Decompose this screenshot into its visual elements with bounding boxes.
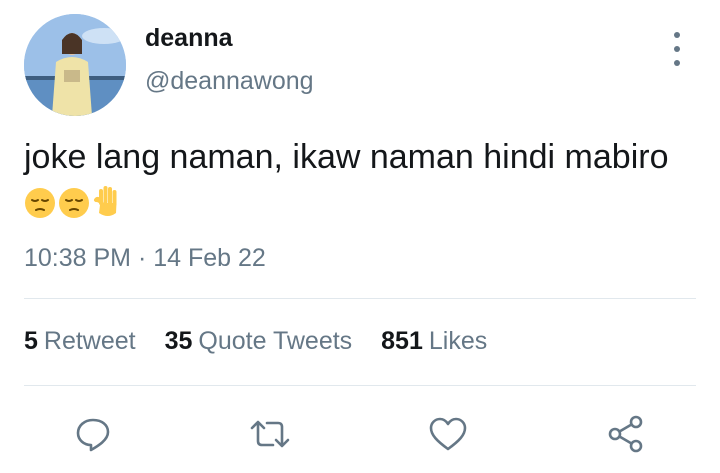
avatar[interactable] — [24, 14, 126, 116]
quote-tweets-count: 35 — [164, 327, 193, 355]
quote-tweets-label: Quote Tweets — [198, 327, 353, 355]
pensive-face-icon — [59, 188, 89, 218]
tweet-actions — [0, 404, 720, 464]
divider — [24, 298, 696, 299]
retweets-stat[interactable]: 5 Retweet — [24, 327, 136, 355]
retweet-button[interactable] — [240, 404, 300, 464]
more-dot-icon — [674, 60, 680, 66]
quote-tweets-stat[interactable]: 35 Quote Tweets — [165, 327, 353, 355]
user-handle[interactable]: @deannawong — [145, 67, 314, 96]
tweet-text: joke lang naman, ikaw naman hindi mabiro — [24, 135, 684, 223]
raised-hand-icon — [94, 186, 117, 216]
more-options-button[interactable] — [666, 32, 688, 66]
tweet-timestamp[interactable]: 10:38 PM · 14 Feb 22 — [24, 244, 266, 273]
display-name[interactable]: deanna — [145, 24, 233, 53]
reply-icon — [76, 418, 110, 452]
share-icon — [608, 415, 643, 453]
avatar-photo — [24, 14, 126, 116]
tweet-body: joke lang naman, ikaw naman hindi mabiro — [24, 138, 669, 176]
pensive-face-icon — [25, 188, 55, 218]
divider — [24, 385, 696, 386]
likes-stat[interactable]: 851 Likes — [381, 327, 487, 355]
more-dot-icon — [674, 46, 680, 52]
share-button[interactable] — [596, 404, 656, 464]
reply-button[interactable] — [63, 404, 123, 464]
likes-label: Likes — [428, 327, 488, 355]
heart-icon — [429, 417, 467, 451]
retweet-icon — [250, 420, 290, 448]
likes-count: 851 — [381, 327, 423, 355]
like-button[interactable] — [418, 404, 478, 464]
retweets-label: Retweet — [43, 327, 136, 355]
retweets-count: 5 — [24, 327, 38, 355]
tweet-stats: 5 Retweet 35 Quote Tweets 851 Likes — [24, 327, 509, 356]
more-dot-icon — [674, 32, 680, 38]
